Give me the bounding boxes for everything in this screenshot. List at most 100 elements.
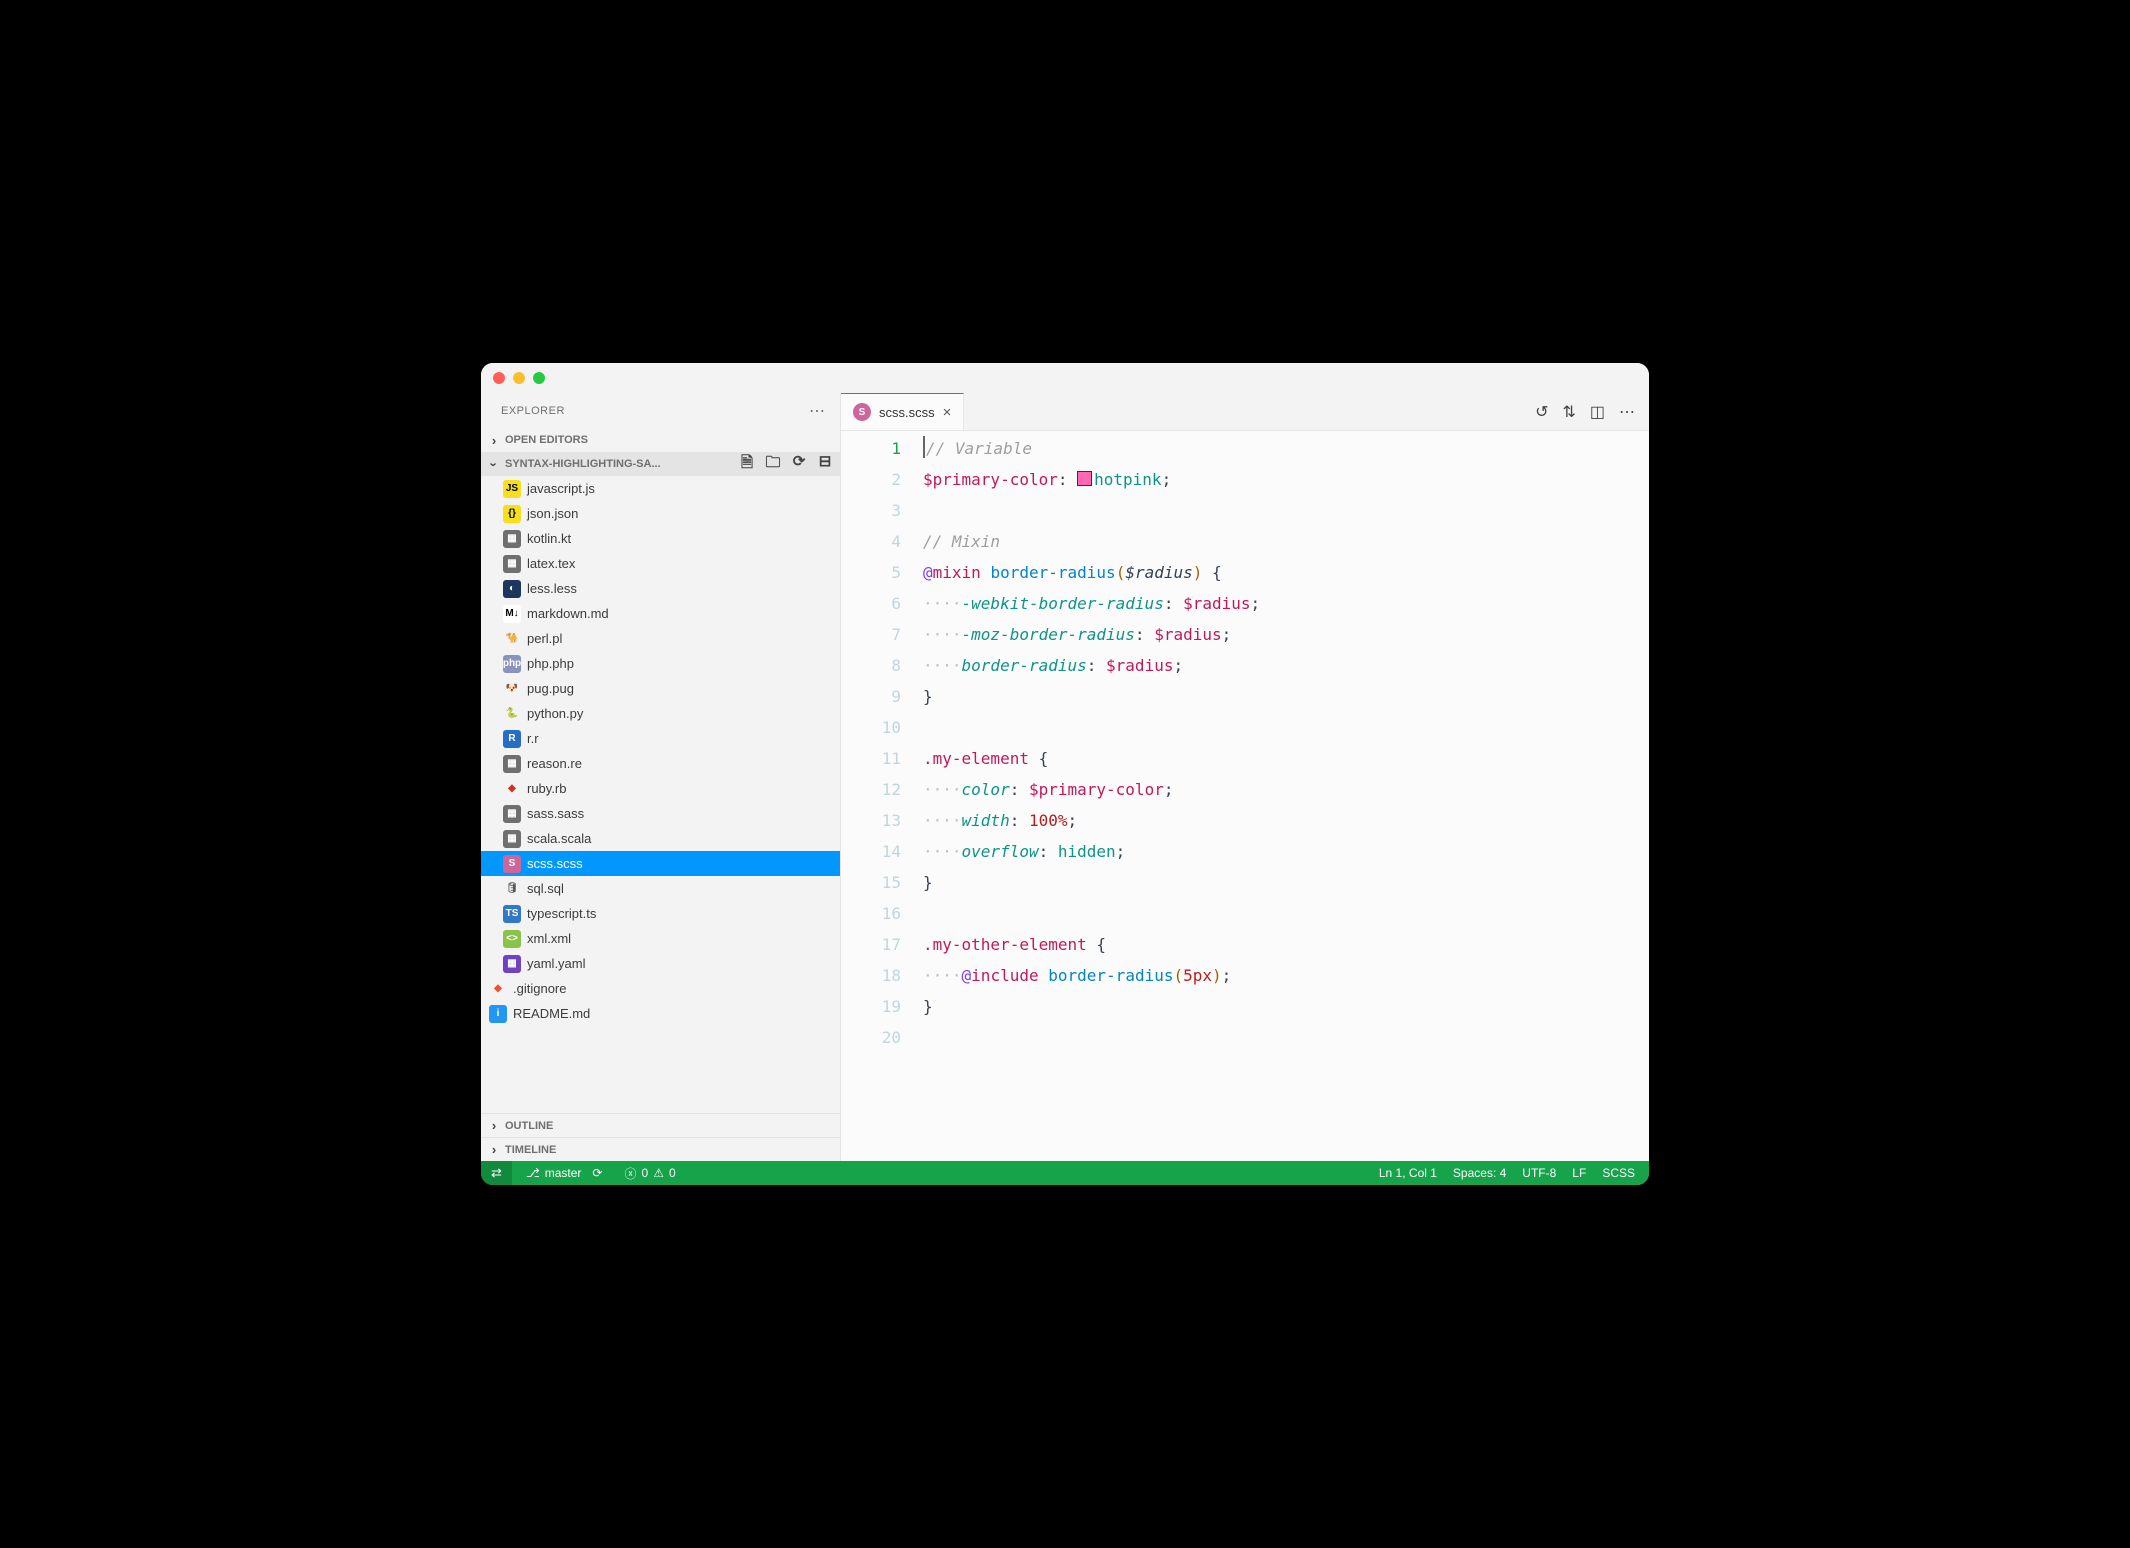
refresh-icon[interactable]: ⟳ <box>790 452 808 477</box>
code-line[interactable]: // Mixin <box>923 526 1629 557</box>
code-line[interactable]: // Variable <box>923 433 1629 464</box>
line-number[interactable]: 12 <box>841 774 901 805</box>
code-content[interactable]: // Variable$primary-color: hotpink; // Mi… <box>923 431 1649 1161</box>
eol[interactable]: LF <box>1572 1166 1586 1180</box>
minimize-window-button[interactable] <box>513 372 525 384</box>
code-line[interactable] <box>923 898 1629 929</box>
line-number[interactable]: 10 <box>841 712 901 743</box>
file-tree-item[interactable]: Sscss.scss <box>481 851 840 876</box>
file-tree[interactable]: JSjavascript.js{}json.json▦kotlin.kt▦lat… <box>481 476 840 1113</box>
code-line[interactable]: ····overflow: hidden; <box>923 836 1629 867</box>
line-number[interactable]: 9 <box>841 681 901 712</box>
cursor-position[interactable]: Ln 1, Col 1 <box>1379 1166 1437 1180</box>
file-tree-item[interactable]: iREADME.md <box>481 1001 840 1026</box>
file-tree-item[interactable]: M↓markdown.md <box>481 601 840 626</box>
file-icon: R <box>503 730 521 748</box>
file-tree-item[interactable]: ▦kotlin.kt <box>481 526 840 551</box>
new-file-icon[interactable]: 🗎 <box>738 452 756 477</box>
line-number[interactable]: 8 <box>841 650 901 681</box>
split-editor-icon[interactable]: ◫ <box>1590 402 1605 422</box>
line-number[interactable]: 7 <box>841 619 901 650</box>
line-number[interactable]: 13 <box>841 805 901 836</box>
file-tree-item[interactable]: 🐪perl.pl <box>481 626 840 651</box>
code-line[interactable] <box>923 712 1629 743</box>
file-tree-item[interactable]: ▦reason.re <box>481 751 840 776</box>
line-number[interactable]: 2 <box>841 464 901 495</box>
file-tree-item[interactable]: ▦latex.tex <box>481 551 840 576</box>
compare-icon[interactable]: ⇅ <box>1562 402 1575 422</box>
line-number[interactable]: 16 <box>841 898 901 929</box>
code-line[interactable]: ····border-radius: $radius; <box>923 650 1629 681</box>
code-line[interactable]: ····@include border-radius(5px); <box>923 960 1629 991</box>
code-line[interactable]: .my-element { <box>923 743 1629 774</box>
collapse-icon[interactable]: ⊟ <box>816 452 834 477</box>
tab-scss[interactable]: S scss.scss × <box>841 393 964 430</box>
code-line[interactable]: ····width: 100%; <box>923 805 1629 836</box>
file-tree-item[interactable]: {}json.json <box>481 501 840 526</box>
code-line[interactable]: ····-moz-border-radius: $radius; <box>923 619 1629 650</box>
file-tree-item[interactable]: ▦yaml.yaml <box>481 951 840 976</box>
line-number[interactable]: 20 <box>841 1022 901 1053</box>
file-tree-item[interactable]: 🛢sql.sql <box>481 876 840 901</box>
code-line[interactable] <box>923 1022 1629 1053</box>
file-tree-item[interactable]: phpphp.php <box>481 651 840 676</box>
new-folder-icon[interactable]: 🗀 <box>764 452 782 477</box>
file-tree-item[interactable]: <>xml.xml <box>481 926 840 951</box>
file-tree-item[interactable]: ◆.gitignore <box>481 976 840 1001</box>
folder-name: SYNTAX-HIGHLIGHTING-SA... <box>505 458 734 470</box>
line-number[interactable]: 5 <box>841 557 901 588</box>
code-line[interactable]: @mixin border-radius($radius) { <box>923 557 1629 588</box>
explorer-header: EXPLORER ⋯ <box>481 393 840 428</box>
file-tree-item[interactable]: ▦sass.sass <box>481 801 840 826</box>
code-line[interactable]: ····-webkit-border-radius: $radius; <box>923 588 1629 619</box>
line-number[interactable]: 18 <box>841 960 901 991</box>
code-line[interactable]: $primary-color: hotpink; <box>923 464 1629 495</box>
titlebar[interactable] <box>481 363 1649 393</box>
close-window-button[interactable] <box>493 372 505 384</box>
line-number[interactable]: 15 <box>841 867 901 898</box>
line-number[interactable]: 14 <box>841 836 901 867</box>
line-number[interactable]: 17 <box>841 929 901 960</box>
file-tree-item[interactable]: Rr.r <box>481 726 840 751</box>
code-line[interactable]: } <box>923 867 1629 898</box>
file-tree-item[interactable]: 🐍python.py <box>481 701 840 726</box>
line-number[interactable]: 6 <box>841 588 901 619</box>
code-line[interactable]: } <box>923 991 1629 1022</box>
code-line[interactable] <box>923 495 1629 526</box>
indentation[interactable]: Spaces: 4 <box>1453 1166 1506 1180</box>
line-number[interactable]: 1 <box>841 433 901 464</box>
file-tree-item[interactable]: ◆ruby.rb <box>481 776 840 801</box>
remote-indicator[interactable]: ⇄ <box>481 1161 512 1185</box>
outline-section[interactable]: › OUTLINE <box>481 1113 840 1137</box>
code-editor[interactable]: 1234567891011121314151617181920 // Varia… <box>841 431 1649 1161</box>
encoding[interactable]: UTF-8 <box>1522 1166 1556 1180</box>
timeline-icon[interactable]: ↺ <box>1535 402 1548 422</box>
line-number[interactable]: 3 <box>841 495 901 526</box>
git-branch[interactable]: ⎇ master ⟳ <box>518 1161 611 1185</box>
file-tree-item[interactable]: ▦scala.scala <box>481 826 840 851</box>
maximize-window-button[interactable] <box>533 372 545 384</box>
more-actions-icon[interactable]: ⋯ <box>1619 402 1635 422</box>
problems-indicator[interactable]: ⓧ 0 ⚠ 0 <box>616 1161 683 1185</box>
file-icon: php <box>503 655 521 673</box>
file-tree-item[interactable]: 🐶pug.pug <box>481 676 840 701</box>
timeline-section[interactable]: › TIMELINE <box>481 1137 840 1161</box>
sync-icon[interactable]: ⟳ <box>592 1166 602 1180</box>
close-tab-icon[interactable]: × <box>943 404 952 421</box>
line-number[interactable]: 11 <box>841 743 901 774</box>
folder-section[interactable]: › SYNTAX-HIGHLIGHTING-SA... 🗎 🗀 ⟳ ⊟ <box>481 452 840 476</box>
error-count: 0 <box>642 1166 649 1180</box>
language-mode[interactable]: SCSS <box>1602 1166 1635 1180</box>
file-tree-item[interactable]: TStypescript.ts <box>481 901 840 926</box>
file-icon: JS <box>503 480 521 498</box>
line-gutter: 1234567891011121314151617181920 <box>841 431 923 1161</box>
explorer-more-icon[interactable]: ⋯ <box>809 401 826 421</box>
code-line[interactable]: ····color: $primary-color; <box>923 774 1629 805</box>
open-editors-section[interactable]: › OPEN EDITORS <box>481 428 840 452</box>
code-line[interactable]: .my-other-element { <box>923 929 1629 960</box>
line-number[interactable]: 19 <box>841 991 901 1022</box>
file-tree-item[interactable]: JSjavascript.js <box>481 476 840 501</box>
file-tree-item[interactable]: ◐less.less <box>481 576 840 601</box>
line-number[interactable]: 4 <box>841 526 901 557</box>
code-line[interactable]: } <box>923 681 1629 712</box>
